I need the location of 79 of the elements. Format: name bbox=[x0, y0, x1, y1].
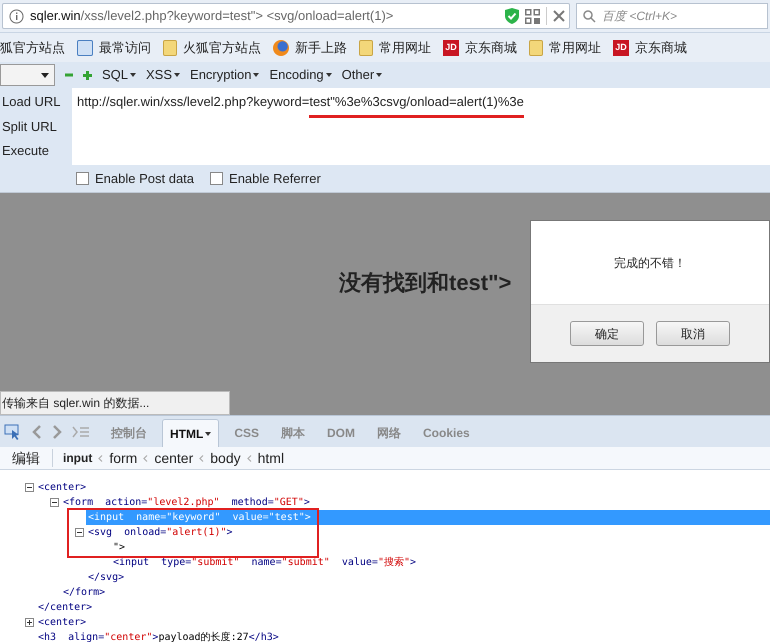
chevron-icon bbox=[199, 454, 204, 462]
logo-badge: JD bbox=[443, 40, 459, 56]
search-icon bbox=[583, 10, 596, 22]
breadcrumb-item[interactable]: body bbox=[210, 448, 241, 468]
menu-item[interactable]: Other bbox=[342, 65, 382, 85]
dropdown-select[interactable] bbox=[0, 64, 55, 86]
breadcrumb-item[interactable]: form bbox=[109, 448, 138, 468]
collapse-icon[interactable] bbox=[24, 483, 34, 492]
menu-item[interactable]: XSS bbox=[146, 65, 180, 85]
dialog-message: 完成的不错！ bbox=[614, 254, 686, 272]
forward-icon[interactable] bbox=[52, 424, 62, 438]
menu-item[interactable]: SQL bbox=[102, 65, 136, 85]
dialog-button[interactable]: 取消 bbox=[656, 321, 730, 346]
checkbox[interactable] bbox=[210, 172, 224, 185]
code-line[interactable]: <center> bbox=[36, 615, 86, 630]
bookmark-link[interactable]: 常用网址 bbox=[379, 38, 431, 58]
code-line[interactable]: <center> bbox=[36, 480, 86, 495]
folder-icon bbox=[359, 40, 373, 56]
chevron-icon bbox=[246, 454, 252, 462]
caret-icon bbox=[174, 73, 180, 77]
code-line[interactable]: <svg onload="alert(1)"> bbox=[86, 525, 233, 540]
chevron-icon bbox=[98, 454, 104, 462]
bookmark-link[interactable]: 常用网址 bbox=[549, 38, 601, 58]
code-line[interactable]: <input type="submit" name="submit" value="搜索"> bbox=[111, 555, 416, 570]
caret-icon bbox=[326, 73, 332, 77]
search-input[interactable]: 百度 <Ctrl+K> bbox=[602, 7, 761, 25]
code-line: </center> bbox=[38, 601, 92, 615]
dialog-button[interactable]: 确定 bbox=[570, 321, 644, 346]
info-icon[interactable] bbox=[9, 8, 24, 24]
back-icon[interactable] bbox=[32, 424, 42, 438]
status-tooltip: 传输来自 sqler.win 的数据... bbox=[0, 391, 230, 415]
search-field[interactable]: 百度 <Ctrl+K> bbox=[576, 3, 768, 29]
shield-icon[interactable] bbox=[505, 8, 519, 24]
caret-icon bbox=[253, 73, 260, 77]
bookmark-link[interactable]: 京东商城 bbox=[465, 38, 517, 58]
plus-icon[interactable] bbox=[83, 70, 92, 80]
bookmark-link[interactable]: 最常访问 bbox=[99, 38, 151, 58]
bookmark-link[interactable]: 新手上路 bbox=[295, 38, 347, 58]
url-text: http://sqler.win/xss/level2.php?keyword=test"%3e%3csvg/onload=alert(1)%3e bbox=[77, 92, 524, 118]
close-icon[interactable] bbox=[553, 10, 565, 22]
globe-icon bbox=[273, 40, 289, 56]
edit-button[interactable]: 编辑 bbox=[0, 449, 53, 467]
checkbox-label: Enable Post data bbox=[95, 170, 194, 188]
code-line: </form> bbox=[63, 586, 106, 600]
qr-code-icon[interactable] bbox=[525, 8, 540, 24]
folder-icon bbox=[529, 40, 543, 56]
url-text: sqler.win/xss/level2.php?keyword=test"> <svg/onload=alert(1)> bbox=[30, 7, 394, 26]
code-line[interactable]: "> bbox=[111, 540, 126, 555]
breadcrumb-item[interactable]: center bbox=[154, 448, 194, 468]
action-button[interactable]: Load URL bbox=[0, 92, 72, 112]
expand-icon[interactable] bbox=[24, 618, 34, 627]
collapse-icon[interactable] bbox=[50, 498, 58, 507]
bookmark-link[interactable]: 京东商城 bbox=[635, 38, 687, 58]
caret-icon bbox=[130, 73, 136, 77]
code-line: </svg> bbox=[88, 571, 124, 585]
menu-item[interactable]: Encoding bbox=[269, 65, 332, 85]
address-field[interactable]: sqler.win/xss/level2.php?keyword=test"> <svg/onload=alert(1)> bbox=[2, 3, 570, 29]
logo-badge: JD bbox=[613, 40, 629, 56]
page-icon bbox=[77, 40, 93, 56]
checkbox-label: Enable Referrer bbox=[229, 170, 321, 188]
url-input-field[interactable]: http://sqler.win/xss/level2.php?keyword=test"%3e%3csvg/onload=alert(1)%3e bbox=[72, 88, 770, 165]
action-button[interactable]: Execute bbox=[0, 141, 72, 161]
devtools-tab[interactable]: HTML bbox=[162, 419, 220, 447]
page-heading: 没有找到和test"> bbox=[339, 268, 512, 296]
breadcrumb-item[interactable]: input bbox=[63, 449, 92, 467]
minus-icon[interactable] bbox=[65, 71, 73, 79]
caret-icon bbox=[376, 73, 382, 77]
code-line[interactable]: <h3 align="center">payload的长度:27</h3> bbox=[36, 630, 279, 642]
bookmark-link[interactable]: 狐官方站点 bbox=[0, 38, 65, 58]
folder-icon bbox=[163, 40, 177, 56]
code-line[interactable]: <form action="level2.php" method="GET"> bbox=[61, 495, 310, 510]
menu-item[interactable]: Encryption bbox=[190, 65, 260, 85]
collapse-icon[interactable] bbox=[74, 528, 84, 537]
action-button[interactable]: Split URL bbox=[0, 116, 72, 136]
chevron-icon bbox=[143, 454, 148, 462]
checkbox[interactable] bbox=[76, 172, 89, 185]
command-line-icon[interactable] bbox=[72, 426, 90, 438]
bookmark-link[interactable]: 火狐官方站点 bbox=[183, 38, 261, 58]
breadcrumb-item[interactable]: html bbox=[258, 448, 284, 468]
